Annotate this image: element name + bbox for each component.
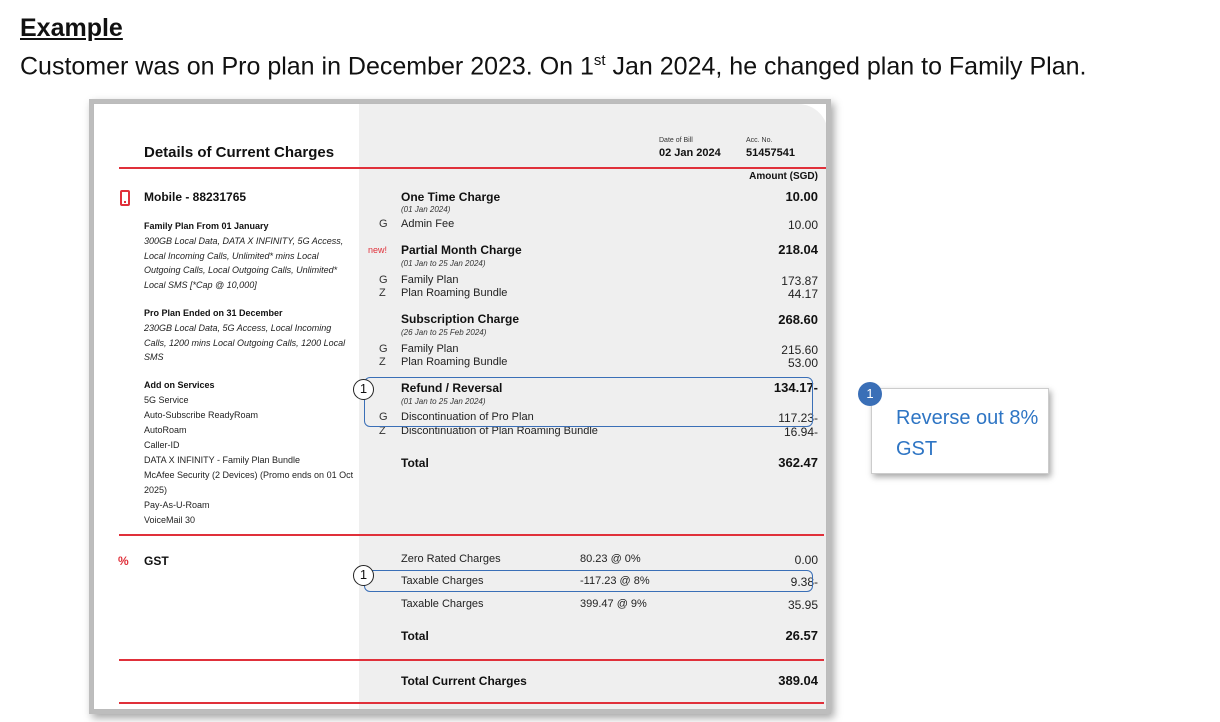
addons-heading: Add on Services [144,380,215,390]
charge-item-amount: 10.00 [787,218,818,232]
divider-grand-total [119,659,824,661]
divider-bottom [119,702,824,704]
subscription-charge-label: Subscription Charge [401,312,520,326]
bill-excerpt: Details of Current Charges Date of Bill … [93,103,827,710]
addon-item: VoiceMail 30 [144,515,196,525]
note-box: Reverse out 8% GST [871,388,1049,474]
refund-callout-box [364,377,813,427]
mobile-number: Mobile - 88231765 [144,190,247,204]
tax-code: G [379,274,388,286]
gst-percent-icon: % [118,554,129,568]
one-time-charge-label: One Time Charge [401,190,501,204]
note-badge: 1 [858,382,882,406]
amount-header: Amount (SGD) [749,171,818,182]
addon-item: DATA X INFINITY - Family Plan Bundle [144,455,301,465]
charge-item-amount: 44.17 [787,287,818,301]
note-text: Reverse out 8% GST [896,407,1039,460]
intro-sentence: Customer was on Pro plan in December 202… [20,52,1087,81]
charge-item-label: Family Plan [401,274,459,286]
one-time-charge-period: (01 Jan 2024) [401,205,451,214]
charge-item-amount: 53.00 [787,356,818,370]
date-of-bill-value: 02 Jan 2024 [659,147,721,159]
charges-total-amount: 362.47 [778,455,818,470]
grand-total-amount: 389.04 [778,673,818,688]
addon-item: 5G Service [144,395,189,405]
charge-item-label: Admin Fee [401,218,455,230]
refund-callout-marker: 1 [353,379,374,400]
charge-item-amount: 16.94- [783,425,818,439]
gst-row-amount: 35.95 [787,598,818,612]
divider-top [119,167,826,169]
gst-total-label: Total [401,629,429,643]
pro-plan-details: 230GB Local Data, 5G Access, Local Incom… [144,323,346,362]
addon-item: Auto-Subscribe ReadyRoam [144,410,259,420]
tax-code: G [379,343,388,355]
subscription-charge-period: (26 Jan to 25 Feb 2024) [401,328,487,337]
gst-label: GST [144,554,169,568]
date-of-bill-label: Date of Bill [659,137,693,144]
charges-total-label: Total [401,456,429,470]
partial-month-charge-amount: 218.04 [778,242,818,257]
addon-item: AutoRoam [144,425,187,435]
charge-item-label: Family Plan [401,343,459,355]
addon-item: Pay-As-U-Roam [144,500,210,510]
gst-callout-box [364,570,813,592]
subscription-charge-amount: 268.60 [778,312,818,327]
account-number-label: Acc. No. [746,137,773,144]
divider-gst [119,534,824,536]
gst-row-amount: 0.00 [794,553,818,567]
account-number-value: 51457541 [746,147,795,159]
addon-item: McAfee Security (2 Devices) (Promo ends … [144,470,354,495]
gst-row-basis: 399.47 @ 9% [580,598,647,610]
addons-list: 5G Service Auto-Subscribe ReadyRoam Auto… [144,393,356,528]
charge-item-amount: 215.60 [781,343,818,357]
family-plan-details: 300GB Local Data, DATA X INFINITY, 5G Ac… [144,236,344,290]
one-time-charge-amount: 10.00 [785,189,818,204]
addon-item: Caller-ID [144,440,180,450]
tax-code: G [379,218,388,230]
tax-code: Z [379,356,386,368]
gst-row-label: Taxable Charges [401,598,484,610]
mobile-phone-icon [120,190,130,206]
gst-total-amount: 26.57 [785,628,818,643]
charge-item-label: Plan Roaming Bundle [401,287,508,299]
new-tag: new! [368,245,388,255]
charge-item-label: Plan Roaming Bundle [401,356,508,368]
charge-item-amount: 173.87 [781,274,818,288]
tax-code: Z [379,287,386,299]
family-plan-heading: Family Plan From 01 January [144,221,269,231]
example-heading: Example [20,14,123,42]
gst-row-basis: 80.23 @ 0% [580,553,641,565]
pro-plan-heading: Pro Plan Ended on 31 December [144,308,283,318]
gst-row-label: Zero Rated Charges [401,553,501,565]
partial-month-charge-label: Partial Month Charge [401,243,522,257]
bill-title: Details of Current Charges [144,144,335,161]
grand-total-label: Total Current Charges [401,674,527,688]
gst-callout-marker: 1 [353,565,374,586]
partial-month-charge-period: (01 Jan to 25 Jan 2024) [401,259,486,268]
